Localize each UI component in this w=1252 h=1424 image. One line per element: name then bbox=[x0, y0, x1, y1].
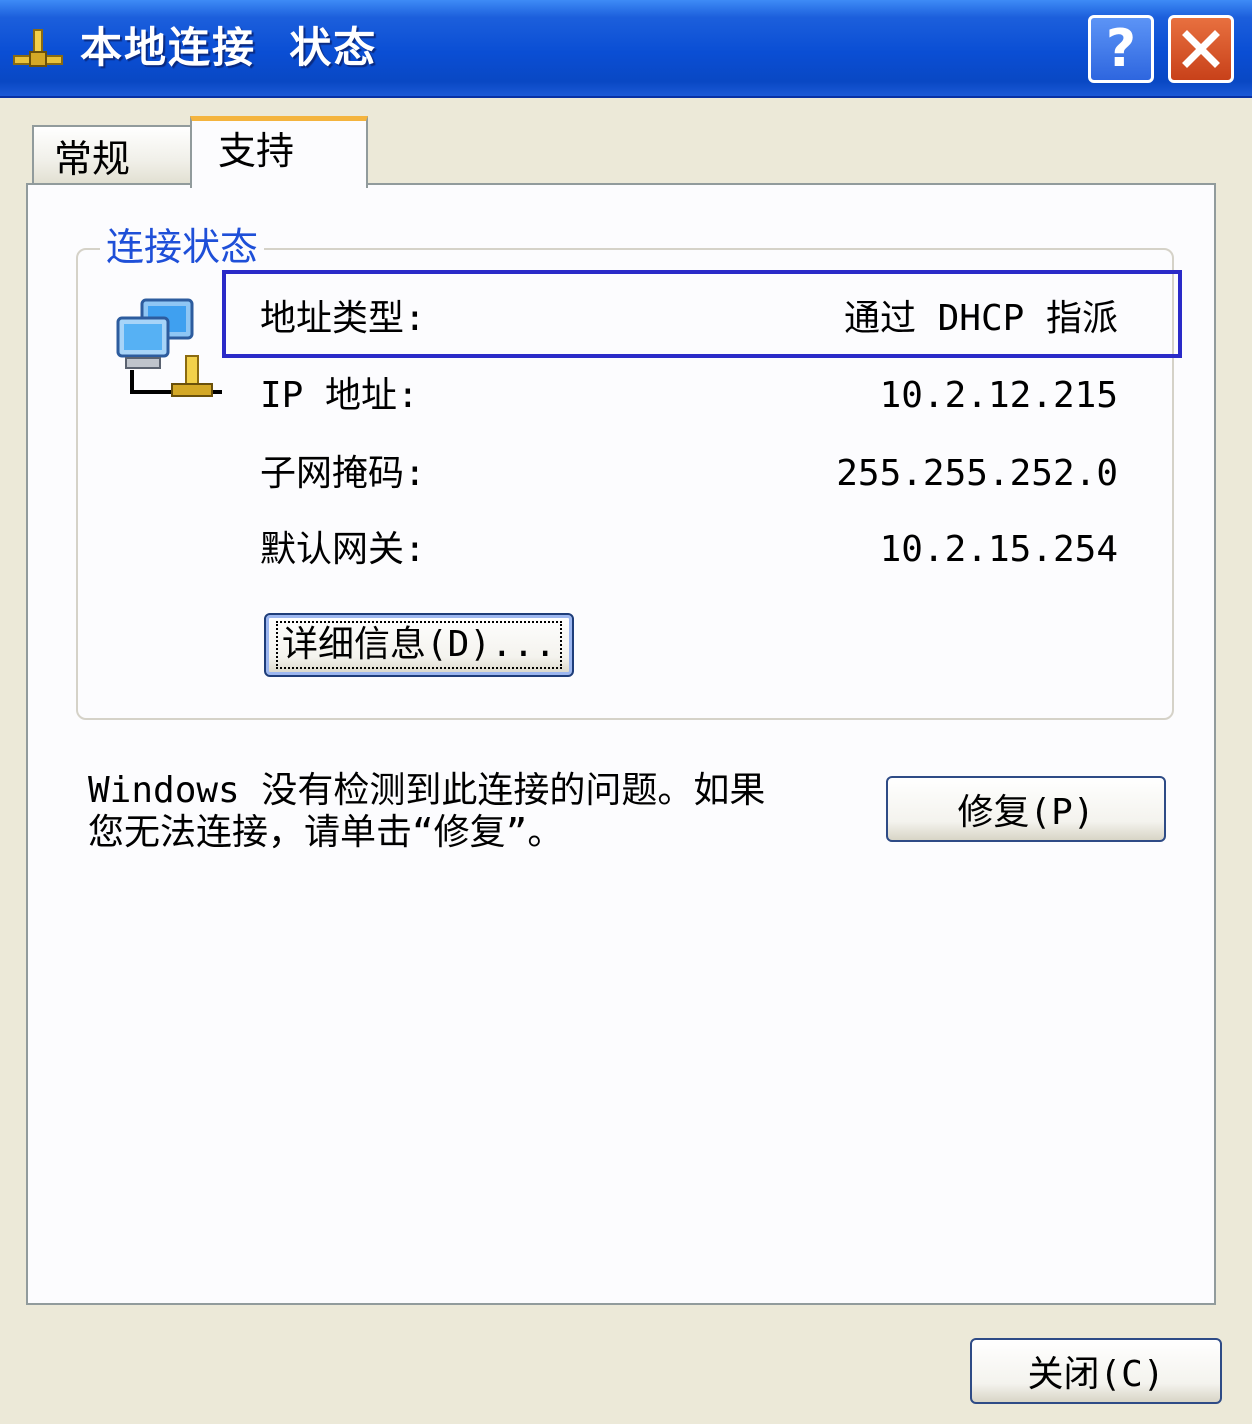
help-button[interactable]: ? bbox=[1088, 15, 1154, 83]
status-message: Windows 没有检测到此连接的问题。如果 您无法连接，请单击“修复”。 bbox=[88, 770, 766, 853]
help-icon: ? bbox=[1105, 19, 1137, 79]
network-computers-icon bbox=[116, 298, 222, 397]
group-title: 连接状态 bbox=[100, 222, 265, 272]
subnet-mask-label: 子网掩码: bbox=[260, 453, 426, 494]
ip-address-value: 10.2.12.215 bbox=[879, 375, 1118, 416]
details-button-label: 详细信息(D)... bbox=[275, 621, 563, 669]
tab-general[interactable]: 常规 bbox=[32, 125, 192, 185]
close-button[interactable]: 关闭(C) bbox=[970, 1338, 1222, 1404]
highlight-rectangle bbox=[222, 270, 1182, 358]
tab-support[interactable]: 支持 bbox=[190, 116, 368, 188]
repair-button[interactable]: 修复(P) bbox=[886, 776, 1166, 842]
title-bar[interactable]: 本地连接 状态 ? bbox=[0, 0, 1252, 98]
default-gateway-value: 10.2.15.254 bbox=[879, 529, 1118, 570]
window-title: 本地连接 状态 bbox=[80, 23, 378, 72]
details-button[interactable]: 详细信息(D)... bbox=[264, 613, 574, 677]
close-icon bbox=[1182, 30, 1220, 68]
ip-address-label: IP 地址: bbox=[260, 375, 419, 416]
network-connection-icon bbox=[13, 29, 63, 67]
subnet-mask-value: 255.255.252.0 bbox=[836, 453, 1118, 494]
default-gateway-label: 默认网关: bbox=[260, 529, 426, 570]
close-window-button[interactable] bbox=[1168, 15, 1234, 83]
